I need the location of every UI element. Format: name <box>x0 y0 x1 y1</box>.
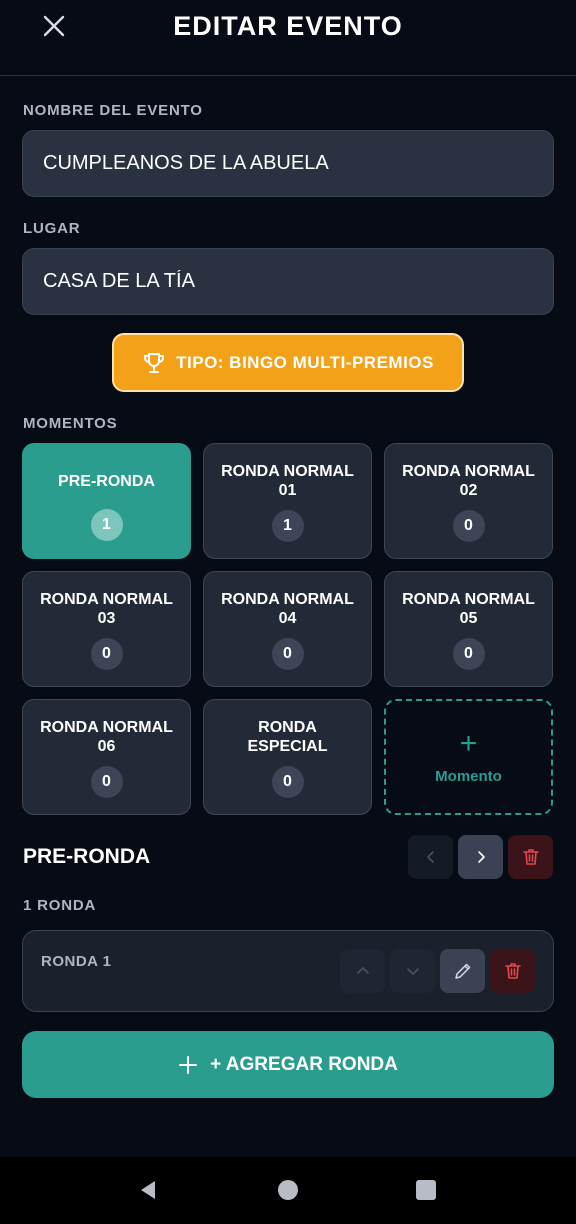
moment-name: PRE-RONDA <box>58 472 155 490</box>
chevron-down-icon <box>406 968 419 975</box>
moment-card-pre-ronda[interactable]: PRE-RONDA 1 <box>22 443 191 559</box>
moment-count-badge: 1 <box>90 509 123 541</box>
moment-count-badge: 0 <box>452 638 485 670</box>
trophy-icon <box>144 352 165 373</box>
place-input[interactable] <box>22 248 554 315</box>
delete-round-button[interactable] <box>490 949 535 993</box>
moment-name: RONDA ESPECIAL <box>247 719 328 755</box>
moments-label: MOMENTOS <box>23 415 118 432</box>
move-round-down-button[interactable] <box>390 949 435 993</box>
home-button[interactable] <box>277 1179 299 1206</box>
moment-card-ronda-especial[interactable]: RONDA ESPECIAL 0 <box>203 699 372 815</box>
moment-name: RONDA NORMAL 05 <box>402 591 535 627</box>
previous-moment-button[interactable] <box>408 835 453 879</box>
recents-square-icon <box>416 1180 436 1200</box>
chevron-right-icon <box>477 851 485 863</box>
event-name-label: NOMBRE DEL EVENTO <box>23 102 203 119</box>
moment-card-ronda-normal-06[interactable]: RONDA NORMAL 06 0 <box>22 699 191 815</box>
trash-icon <box>522 849 539 865</box>
home-circle-icon <box>278 1180 298 1200</box>
moment-count-badge: 0 <box>452 510 485 542</box>
plus-icon: + <box>459 726 478 760</box>
edit-round-button[interactable] <box>440 949 485 993</box>
round-name: RONDA 1 <box>41 953 112 970</box>
back-button[interactable] <box>137 1179 159 1206</box>
add-moment-label: Momento <box>435 767 502 785</box>
moment-card-ronda-normal-02[interactable]: RONDA NORMAL 02 0 <box>384 443 553 559</box>
round-card: RONDA 1 <box>22 930 554 1012</box>
moment-name: RONDA NORMAL 06 <box>40 719 173 755</box>
moment-count-badge: 0 <box>271 638 304 670</box>
moment-count-badge: 1 <box>271 510 304 542</box>
moment-count-badge: 0 <box>271 766 304 798</box>
moment-name: RONDA NORMAL 03 <box>40 591 173 627</box>
system-navigation-bar <box>0 1157 576 1224</box>
moment-card-ronda-normal-05[interactable]: RONDA NORMAL 05 0 <box>384 571 553 687</box>
plus-icon <box>179 1055 198 1074</box>
next-moment-button[interactable] <box>458 835 503 879</box>
add-round-label: + AGREGAR RONDA <box>210 1053 398 1075</box>
moment-card-ronda-normal-03[interactable]: RONDA NORMAL 03 0 <box>22 571 191 687</box>
event-type-label: TIPO: BINGO MULTI-PREMIOS <box>176 352 434 372</box>
chevron-left-icon <box>426 851 434 863</box>
moment-card-ronda-normal-04[interactable]: RONDA NORMAL 04 0 <box>203 571 372 687</box>
moment-name: RONDA NORMAL 02 <box>402 463 535 499</box>
delete-moment-button[interactable] <box>508 835 553 879</box>
moment-count-badge: 0 <box>90 766 123 798</box>
header: EDITAR EVENTO <box>0 0 576 76</box>
moment-card-ronda-normal-01[interactable]: RONDA NORMAL 01 1 <box>203 443 372 559</box>
trash-icon <box>504 963 521 979</box>
recents-button[interactable] <box>415 1179 437 1206</box>
event-name-input[interactable] <box>22 130 554 197</box>
pencil-icon <box>454 963 470 979</box>
place-label: LUGAR <box>23 220 81 237</box>
page-title: EDITAR EVENTO <box>173 11 403 41</box>
add-round-button[interactable]: + AGREGAR RONDA <box>22 1031 554 1098</box>
move-round-up-button[interactable] <box>340 949 385 993</box>
rounds-count-label: 1 RONDA <box>23 897 97 914</box>
moment-name: RONDA NORMAL 04 <box>221 591 354 627</box>
chevron-up-icon <box>356 967 369 974</box>
add-moment-button[interactable]: + Momento <box>384 699 553 815</box>
selected-moment-title: PRE-RONDA <box>23 845 151 868</box>
moment-count-badge: 0 <box>90 638 123 670</box>
event-type-button[interactable]: TIPO: BINGO MULTI-PREMIOS <box>112 333 464 392</box>
moment-name: RONDA NORMAL 01 <box>221 463 354 499</box>
back-triangle-icon <box>141 1181 155 1199</box>
